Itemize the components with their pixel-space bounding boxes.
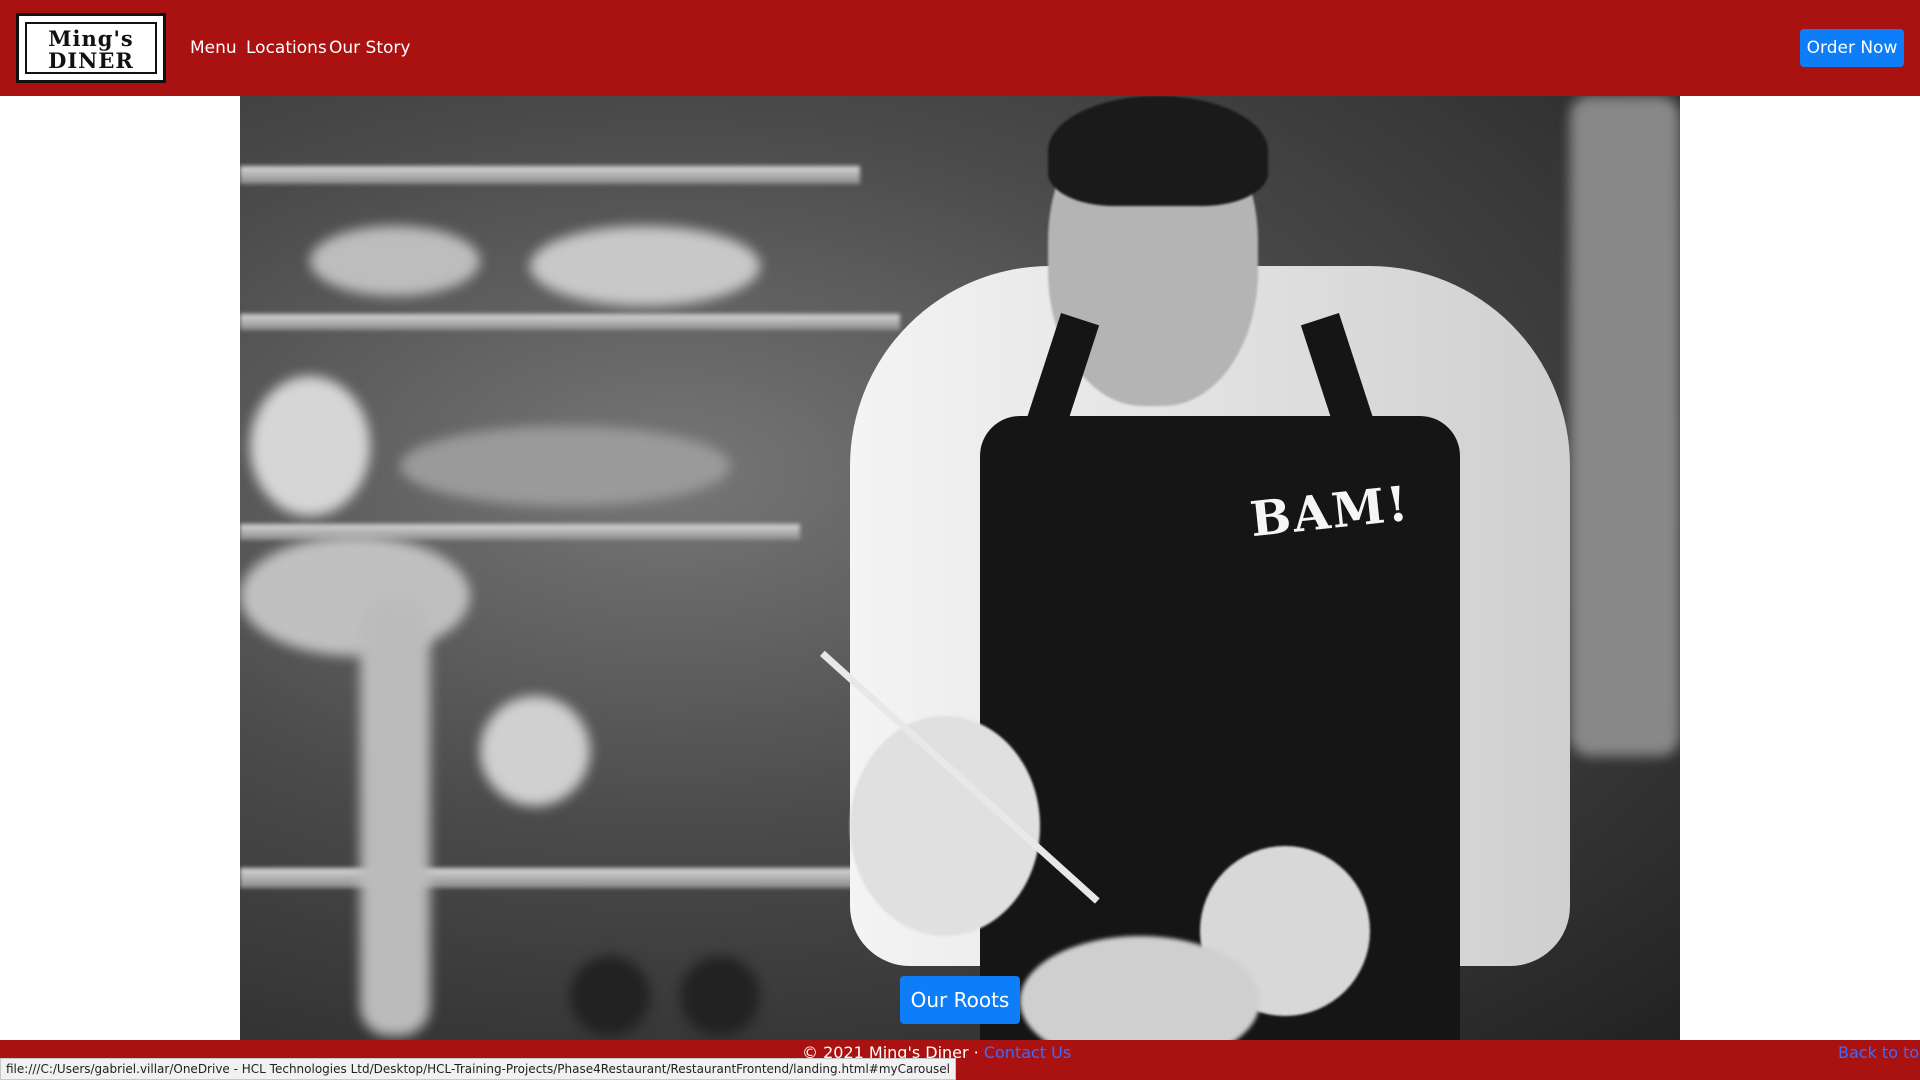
nav-link-locations[interactable]: Locations xyxy=(246,36,327,60)
nav-link-menu[interactable]: Menu xyxy=(190,36,237,60)
contact-us-link[interactable]: Contact Us xyxy=(984,1043,1071,1062)
stove-knob xyxy=(570,956,650,1036)
kitchen-item xyxy=(240,536,470,656)
logo-line-1: Ming's xyxy=(48,26,134,51)
kitchen-item xyxy=(530,226,760,306)
nav-link-our-story[interactable]: Our Story xyxy=(329,36,410,60)
kitchen-item xyxy=(480,696,590,806)
back-to-top-link[interactable]: Back to top xyxy=(1838,1042,1920,1064)
shelf xyxy=(240,166,860,184)
stove-knob xyxy=(680,956,760,1036)
brand-logo[interactable]: Ming's Diner xyxy=(16,13,166,83)
order-now-button[interactable]: Order Now xyxy=(1800,29,1904,67)
top-navbar: Ming's Diner Menu Locations Our Story Or… xyxy=(0,0,1920,96)
shelf xyxy=(240,314,900,330)
kitchen-item xyxy=(310,226,480,296)
browser-status-url: file:///C:/Users/gabriel.villar/OneDrive… xyxy=(0,1058,956,1080)
kitchen-pipe xyxy=(360,596,430,1036)
hero-carousel-image: BAM! xyxy=(240,96,1680,1040)
kitchen-item xyxy=(400,426,730,506)
our-roots-button[interactable]: Our Roots xyxy=(900,976,1020,1024)
chef-hair xyxy=(1048,96,1268,206)
kitchen-pipe xyxy=(1570,96,1680,756)
logo-line-2: Diner xyxy=(48,48,134,73)
kitchen-item xyxy=(250,376,370,516)
